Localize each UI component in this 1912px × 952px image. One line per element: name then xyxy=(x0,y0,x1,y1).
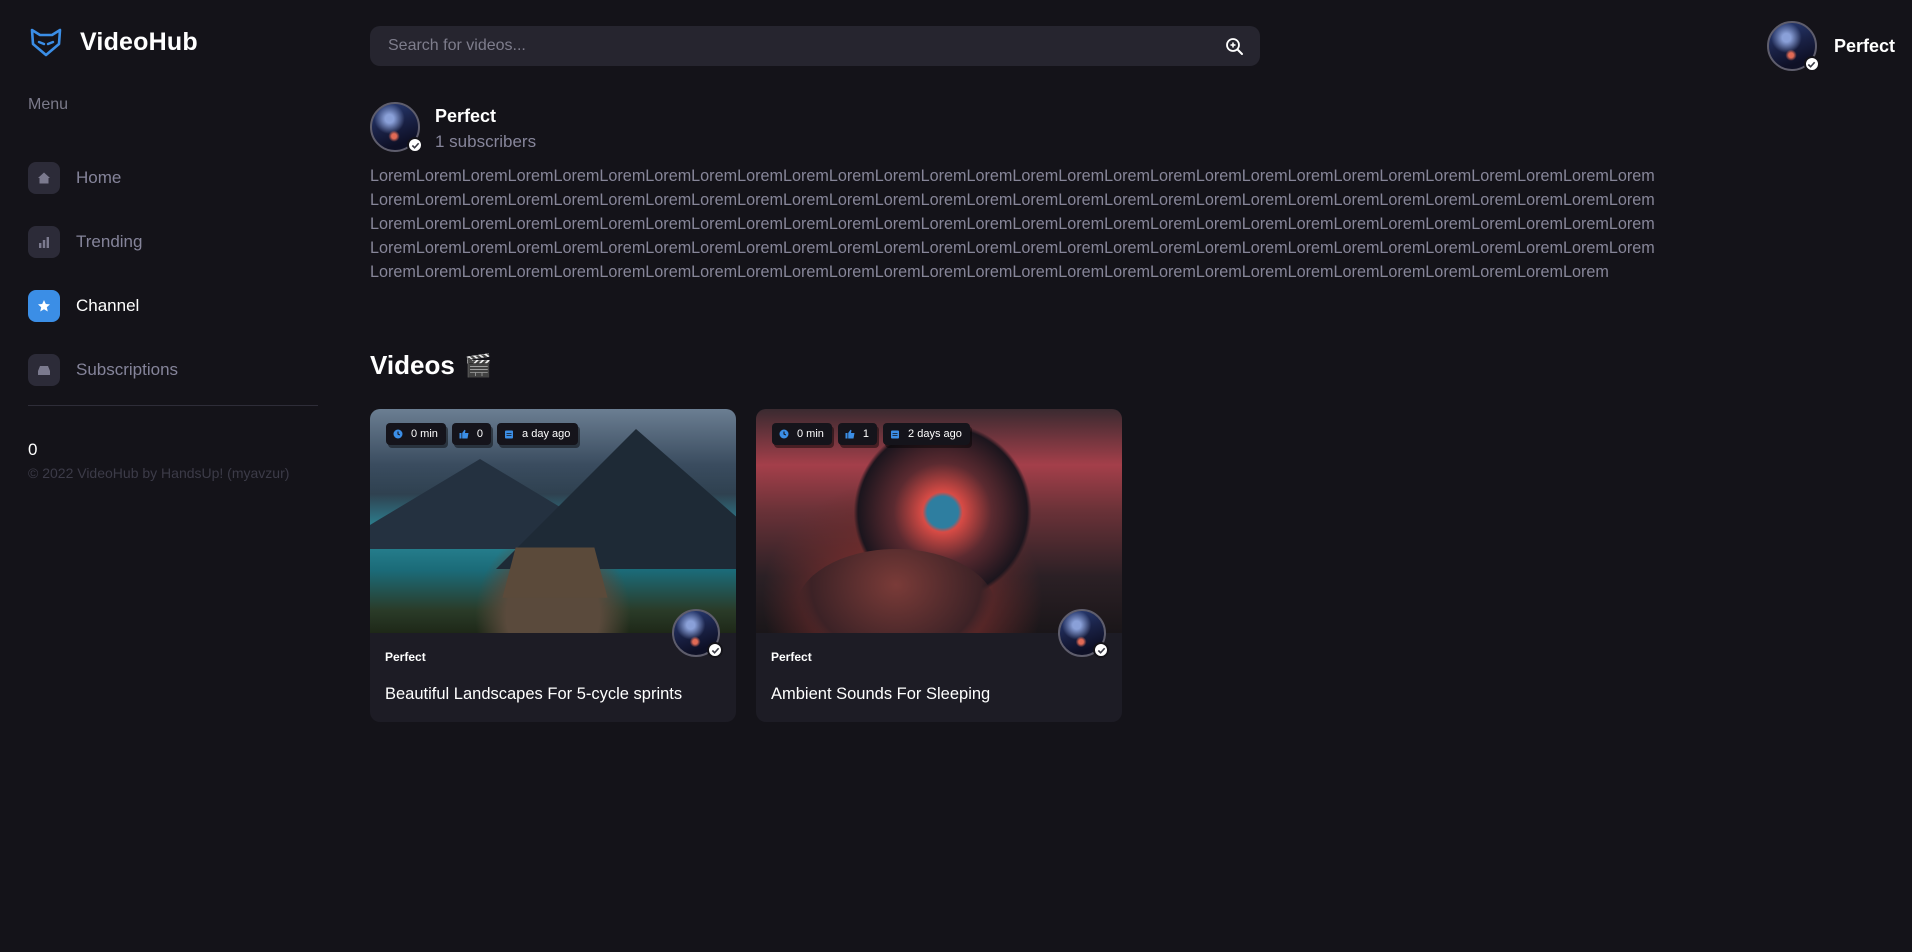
channel-meta: Perfect 1 subscribers xyxy=(435,106,536,152)
likes-count: 0 xyxy=(476,428,484,440)
thumbs-up-icon xyxy=(459,429,469,439)
subscriber-count: 1 subscribers xyxy=(435,132,537,151)
video-thumbnail[interactable]: 0 min 0 a day ago xyxy=(370,409,736,633)
sidebar-item-label: Channel xyxy=(76,296,140,315)
video-title[interactable]: Ambient Sounds For Sleeping xyxy=(771,685,990,704)
menu-label: Menu xyxy=(28,96,69,113)
date-badge: a day ago xyxy=(497,423,579,445)
calendar-icon xyxy=(891,430,900,439)
sidebar-counter: 0 xyxy=(28,440,38,459)
clock-icon xyxy=(393,429,403,439)
star-icon xyxy=(28,290,60,322)
verified-check-icon xyxy=(1803,56,1820,72)
duration-badge: 0 min xyxy=(772,423,832,445)
sidebar-item-home[interactable]: Home xyxy=(28,146,318,210)
likes-count: 1 xyxy=(862,428,870,440)
video-meta-pills: 0 min 1 2 days ago xyxy=(772,423,976,445)
video-author[interactable]: Perfect xyxy=(385,650,426,664)
channel-name: Perfect xyxy=(435,106,497,126)
sidebar: VideoHub Menu Home Trending Channel Subs… xyxy=(0,0,340,952)
channel-description: LoremLoremLoremLoremLoremLoremLoremLorem… xyxy=(370,167,1655,281)
copyright-text: © 2022 VideoHub by HandsUp! (myavzur) xyxy=(28,465,290,481)
verified-check-icon xyxy=(407,137,423,153)
fox-logo-icon xyxy=(30,28,62,57)
verified-check-icon xyxy=(1093,642,1109,658)
duration-text: 0 min xyxy=(411,428,438,440)
video-author[interactable]: Perfect xyxy=(771,650,812,664)
videos-title-text: Videos xyxy=(370,350,455,380)
videos-heading: Videos 🎬 xyxy=(370,350,492,381)
upload-age: 2 days ago xyxy=(908,428,962,440)
sidebar-item-label: Trending xyxy=(76,232,143,251)
sidebar-item-label: Subscriptions xyxy=(76,360,179,379)
sidebar-item-trending[interactable]: Trending xyxy=(28,210,318,274)
search-bar xyxy=(370,26,1260,66)
author-avatar[interactable] xyxy=(1058,609,1109,658)
likes-badge: 1 xyxy=(837,423,878,445)
date-badge: 2 days ago xyxy=(883,423,970,445)
brand-name: VideoHub xyxy=(80,27,198,56)
video-thumbnail[interactable]: 0 min 1 2 days ago xyxy=(756,409,1122,633)
likes-badge: 0 xyxy=(451,423,492,445)
search-icon[interactable] xyxy=(1224,36,1244,56)
author-avatar[interactable] xyxy=(672,609,723,658)
bar-chart-icon xyxy=(28,226,60,258)
verified-check-icon xyxy=(707,642,723,658)
clock-icon xyxy=(779,429,789,439)
home-icon xyxy=(28,162,60,194)
thumbs-up-icon xyxy=(845,429,855,439)
sidebar-item-label: Home xyxy=(76,168,122,187)
video-title[interactable]: Beautiful Landscapes For 5-cycle sprints xyxy=(385,685,682,704)
sidebar-divider xyxy=(28,405,318,406)
user-menu[interactable]: Perfect xyxy=(1766,21,1895,72)
video-meta-pills: 0 min 0 a day ago xyxy=(386,423,584,445)
video-card[interactable]: 0 min 0 a day ago Perfect Beautiful Land… xyxy=(370,409,736,722)
sidebar-nav: Home Trending Channel Subscriptions xyxy=(28,146,318,402)
inbox-icon xyxy=(28,354,60,386)
channel-header: Perfect 1 subscribers xyxy=(370,102,536,153)
duration-text: 0 min xyxy=(797,428,824,440)
clapperboard-icon: 🎬 xyxy=(464,352,493,378)
video-grid: 0 min 0 a day ago Perfect Beautiful Land… xyxy=(370,409,1142,722)
video-card[interactable]: 0 min 1 2 days ago Perfect Ambient Sound… xyxy=(756,409,1122,722)
user-name: Perfect xyxy=(1833,35,1895,56)
avatar xyxy=(1766,21,1820,72)
logo[interactable]: VideoHub xyxy=(28,24,198,60)
calendar-icon xyxy=(505,430,514,439)
channel-avatar[interactable] xyxy=(370,102,423,153)
sidebar-item-subscriptions[interactable]: Subscriptions xyxy=(28,338,318,402)
search-input[interactable] xyxy=(370,26,1260,66)
duration-badge: 0 min xyxy=(386,423,446,445)
sidebar-item-channel[interactable]: Channel xyxy=(28,274,318,338)
upload-age: a day ago xyxy=(522,428,571,440)
app-root: VideoHub Menu Home Trending Channel Subs… xyxy=(0,0,1912,952)
